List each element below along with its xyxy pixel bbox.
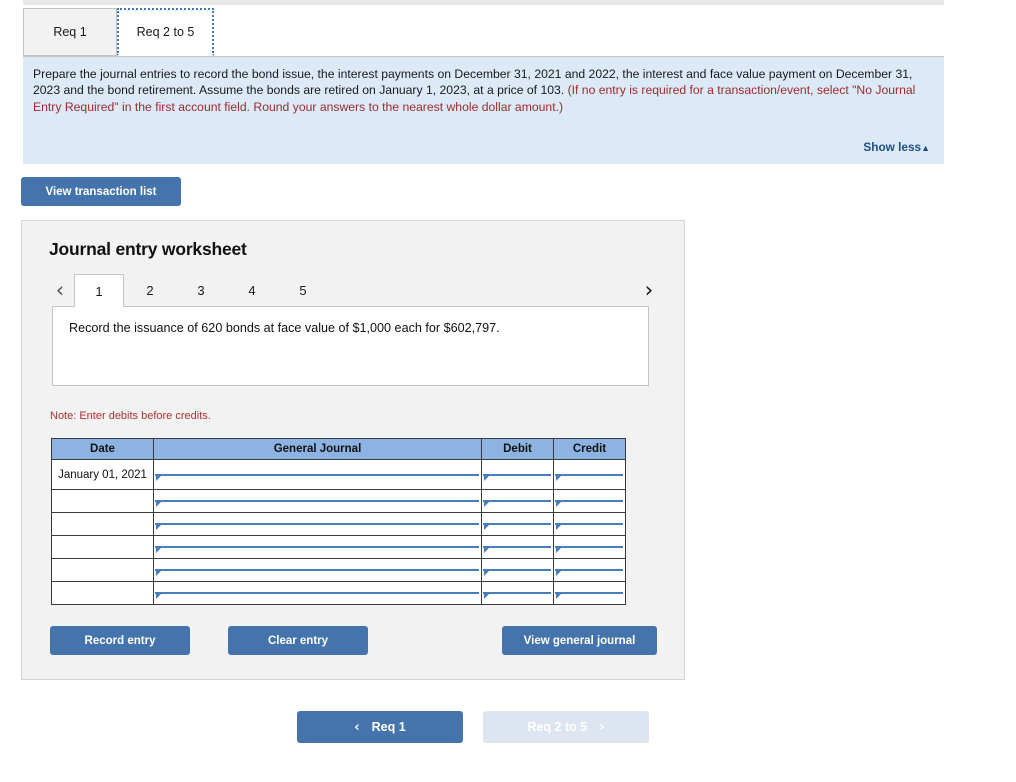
table-header-row: Date General Journal Debit Credit — [51, 438, 626, 460]
record-entry-label: Record entry — [84, 634, 156, 647]
worksheet-tab-1[interactable]: 1 — [74, 274, 124, 307]
debit-cell[interactable] — [481, 581, 554, 605]
column-header-credit: Credit — [553, 438, 626, 460]
column-header-general-journal: General Journal — [153, 438, 482, 460]
view-transaction-list-label: View transaction list — [45, 185, 157, 198]
account-select-input[interactable] — [155, 500, 479, 507]
debit-cell[interactable] — [481, 512, 554, 536]
date-cell — [51, 512, 154, 536]
instructions-text: Prepare the journal entries to record th… — [33, 66, 930, 115]
worksheet-title: Journal entry worksheet — [49, 239, 247, 259]
date-cell — [51, 558, 154, 582]
worksheet-tab-2-label: 2 — [146, 282, 154, 298]
account-select-input[interactable] — [155, 592, 479, 599]
debit-input[interactable] — [483, 473, 551, 481]
date-cell: January 01, 2021 — [51, 459, 154, 490]
worksheet-tab-1-label: 1 — [95, 283, 103, 299]
account-select-input[interactable] — [155, 569, 479, 576]
instructions-panel: Prepare the journal entries to record th… — [23, 57, 944, 164]
date-cell — [51, 489, 154, 513]
view-general-journal-button[interactable]: View general journal — [502, 626, 657, 655]
worksheet-tab-bar: ‹ 1 2 3 4 5 › — [49, 274, 660, 307]
credit-input[interactable] — [555, 546, 623, 553]
worksheet-tab-3[interactable]: 3 — [176, 274, 226, 306]
table-row — [51, 581, 626, 605]
table-row — [51, 512, 626, 536]
debit-cell[interactable] — [481, 489, 554, 513]
chevron-right-icon[interactable]: › — [638, 274, 660, 306]
clear-entry-button[interactable]: Clear entry — [228, 626, 368, 655]
general-journal-cell[interactable] — [153, 558, 482, 582]
worksheet-tab-3-label: 3 — [197, 282, 205, 298]
credit-cell[interactable] — [553, 512, 626, 536]
date-cell — [51, 535, 154, 559]
account-select-input[interactable] — [155, 546, 479, 553]
debit-input[interactable] — [483, 592, 551, 599]
worksheet-description-text: Record the issuance of 620 bonds at face… — [69, 321, 500, 335]
tab-req-2-to-5-label: Req 2 to 5 — [136, 25, 195, 39]
debit-cell[interactable] — [481, 459, 554, 490]
debit-input[interactable] — [483, 523, 551, 530]
table-row — [51, 535, 626, 559]
credit-cell[interactable] — [553, 489, 626, 513]
chevron-right-icon: › — [599, 719, 605, 735]
account-select-input[interactable] — [155, 523, 479, 530]
general-journal-cell[interactable] — [153, 489, 482, 513]
journal-entry-table: Date General Journal Debit Credit Januar… — [51, 438, 626, 605]
credit-input[interactable] — [555, 592, 623, 599]
worksheet-description-box: Record the issuance of 620 bonds at face… — [52, 306, 649, 386]
view-transaction-list-button[interactable]: View transaction list — [21, 177, 181, 206]
worksheet-tab-4[interactable]: 4 — [227, 274, 277, 306]
credit-cell[interactable] — [553, 459, 626, 490]
tab-req-2-to-5[interactable]: Req 2 to 5 — [117, 8, 214, 56]
tab-req-1-label: Req 1 — [53, 25, 87, 39]
top-divider-strip — [23, 0, 944, 5]
clear-entry-label: Clear entry — [267, 634, 329, 647]
general-journal-cell[interactable] — [153, 535, 482, 559]
account-select-input[interactable] — [155, 473, 479, 481]
show-less-link[interactable]: Show less▲ — [863, 140, 930, 154]
next-requirement-button[interactable]: Req 2 to 5 › — [483, 711, 649, 743]
journal-entry-worksheet-panel: Journal entry worksheet ‹ 1 2 3 4 5 › Re… — [21, 220, 685, 680]
record-entry-button[interactable]: Record entry — [50, 626, 190, 655]
credit-input[interactable] — [555, 523, 623, 530]
table-row — [51, 489, 626, 513]
credit-input[interactable] — [555, 500, 623, 507]
debit-input[interactable] — [483, 500, 551, 507]
debit-input[interactable] — [483, 569, 551, 576]
date-cell — [51, 581, 154, 605]
table-row: January 01, 2021 — [51, 459, 626, 490]
chevron-left-icon[interactable]: ‹ — [49, 274, 71, 306]
credit-input[interactable] — [555, 473, 623, 481]
caret-up-icon: ▲ — [921, 143, 930, 153]
debit-cell[interactable] — [481, 558, 554, 582]
general-journal-cell[interactable] — [153, 512, 482, 536]
next-requirement-label: Req 2 to 5 — [527, 720, 588, 734]
credit-cell[interactable] — [553, 535, 626, 559]
debit-input[interactable] — [483, 546, 551, 553]
table-row — [51, 558, 626, 582]
show-less-label: Show less — [863, 140, 922, 154]
credit-cell[interactable] — [553, 558, 626, 582]
view-general-journal-label: View general journal — [523, 634, 636, 647]
requirement-tab-bar: Req 1 Req 2 to 5 — [23, 8, 944, 58]
general-journal-cell[interactable] — [153, 459, 482, 490]
chevron-left-icon: ‹ — [354, 719, 360, 735]
worksheet-tab-2[interactable]: 2 — [125, 274, 175, 306]
column-header-debit: Debit — [481, 438, 554, 460]
worksheet-tab-5-label: 5 — [299, 282, 307, 298]
worksheet-tab-5[interactable]: 5 — [278, 274, 328, 306]
credit-input[interactable] — [555, 569, 623, 576]
prev-requirement-label: Req 1 — [371, 720, 406, 734]
tab-req-1[interactable]: Req 1 — [23, 8, 117, 56]
worksheet-tab-4-label: 4 — [248, 282, 256, 298]
debit-cell[interactable] — [481, 535, 554, 559]
column-header-date: Date — [51, 438, 154, 460]
general-journal-cell[interactable] — [153, 581, 482, 605]
credit-cell[interactable] — [553, 581, 626, 605]
debits-before-credits-note: Note: Enter debits before credits. — [50, 410, 211, 422]
prev-requirement-button[interactable]: ‹ Req 1 — [297, 711, 463, 743]
